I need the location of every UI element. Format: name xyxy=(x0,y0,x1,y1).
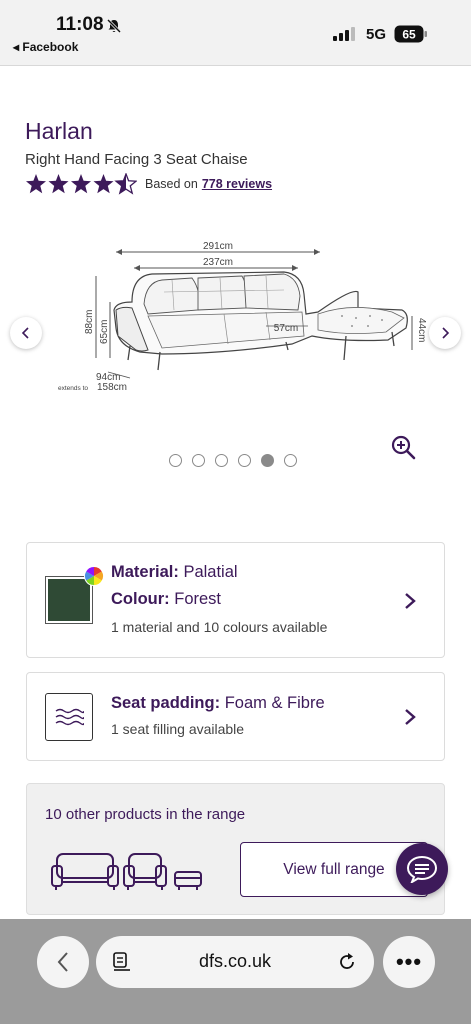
reviews-link[interactable]: 778 reviews xyxy=(202,177,272,191)
product-subtitle: Right Hand Facing 3 Seat Chaise xyxy=(25,151,248,168)
signal-icon xyxy=(333,27,355,41)
material-line: Material: Palatial xyxy=(111,563,238,581)
availability-text: 1 material and 10 colours available xyxy=(111,619,328,635)
material-colour-card[interactable]: Material: Palatial Colour: Forest 1 mate… xyxy=(26,542,445,658)
gallery-pagination xyxy=(169,454,297,467)
back-to-app-link[interactable]: ◂ Facebook xyxy=(13,40,78,54)
rating-row: Based on 778 reviews xyxy=(25,172,272,196)
chevron-right-icon xyxy=(405,593,416,609)
svg-text:291cm: 291cm xyxy=(203,241,233,252)
url-text: dfs.co.uk xyxy=(198,951,272,971)
pagination-dot[interactable] xyxy=(169,454,182,467)
colour-line: Colour: Forest xyxy=(111,590,222,608)
chat-button[interactable] xyxy=(396,843,448,895)
zoom-in-icon[interactable] xyxy=(390,434,416,460)
chevron-right-icon xyxy=(442,327,450,339)
svg-text:237cm: 237cm xyxy=(203,257,233,268)
seat-text: Seat padding: Foam & Fibre xyxy=(111,694,325,713)
svg-text:88cm: 88cm xyxy=(84,310,95,334)
silent-bell-icon xyxy=(106,18,122,34)
chat-bubble-icon xyxy=(406,855,438,883)
reload-icon[interactable] xyxy=(336,951,358,973)
seat-line: Seat padding: Foam & Fibre xyxy=(111,694,325,712)
gallery-prev-button[interactable] xyxy=(10,317,42,349)
svg-text:44cm: 44cm xyxy=(416,318,427,342)
pagination-dot-active[interactable] xyxy=(261,454,274,467)
pagination-dot[interactable] xyxy=(215,454,228,467)
svg-text:158cm: 158cm xyxy=(97,382,127,393)
svg-text:57cm: 57cm xyxy=(274,323,298,334)
network-label: 5G xyxy=(366,26,387,43)
colour-wheel-icon xyxy=(84,566,104,586)
status-bar: 11:08 ◂ Facebook 5G 65 xyxy=(0,0,471,66)
chevron-left-icon xyxy=(21,327,29,339)
seat-availability: 1 seat filling available xyxy=(111,721,245,737)
range-card: 10 other products in the range View full… xyxy=(26,783,445,915)
browser-back-button[interactable] xyxy=(37,936,89,988)
more-options-button[interactable]: ••• xyxy=(383,936,435,988)
battery-icon: 65 xyxy=(394,25,427,43)
pagination-dot[interactable] xyxy=(238,454,251,467)
star-rating-icon xyxy=(26,173,137,194)
product-title: Harlan xyxy=(25,118,93,144)
chevron-right-icon xyxy=(405,709,416,725)
svg-text:extends to: extends to xyxy=(58,385,88,392)
colour-text: Colour: Forest xyxy=(111,590,221,609)
chevron-left-icon xyxy=(57,952,68,972)
pagination-dot[interactable] xyxy=(192,454,205,467)
svg-text:65: 65 xyxy=(402,28,416,42)
status-time: 11:08 xyxy=(56,14,104,35)
svg-text:65cm: 65cm xyxy=(99,320,110,344)
seat-padding-card[interactable]: Seat padding: Foam & Fibre 1 seat fillin… xyxy=(26,672,445,761)
sofa-dimensions-image[interactable]: 291cm 237cm 57cm 88cm 65cm 44cm 94cm ext… xyxy=(52,232,428,402)
material-text: Material: Palatial xyxy=(111,563,238,582)
range-furniture-icon xyxy=(51,853,202,890)
gallery-next-button[interactable] xyxy=(429,317,461,349)
waves-icon xyxy=(55,708,84,726)
range-title: 10 other products in the range xyxy=(45,806,246,823)
pagination-dot[interactable] xyxy=(284,454,297,467)
based-on-label: Based on xyxy=(145,177,198,191)
seat-padding-icon xyxy=(45,693,93,741)
address-bar[interactable]: dfs.co.uk xyxy=(96,936,374,988)
browser-toolbar: dfs.co.uk ••• xyxy=(0,919,471,1024)
